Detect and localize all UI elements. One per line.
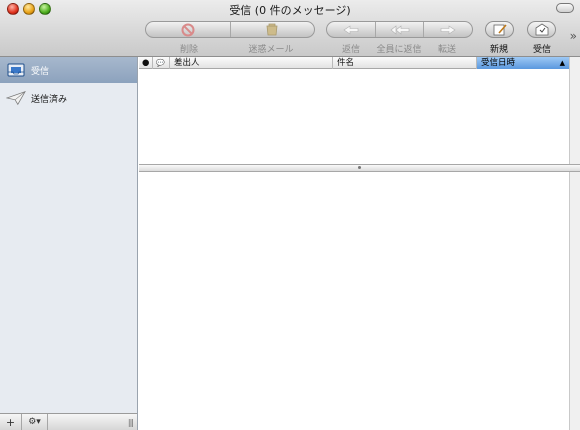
preview-scrollbar[interactable] — [569, 172, 580, 430]
delete-label: 削除 — [179, 45, 198, 55]
sidebar-footer: + ⚙▾ ||| — [0, 413, 137, 430]
compose-icon — [493, 23, 507, 35]
column-header-row: ● 💬 差出人 件名 受信日時 ▲ — [139, 57, 569, 69]
pane-splitter[interactable] — [139, 164, 580, 172]
reply-all-button[interactable] — [376, 22, 425, 37]
sidebar-item-sent[interactable]: 送信済み — [0, 85, 137, 111]
reply-button[interactable] — [327, 22, 376, 37]
column-date-received[interactable]: 受信日時 ▲ — [477, 57, 569, 69]
window-title: 受信 (0 件のメッセージ) — [229, 4, 351, 17]
get-mail-button[interactable] — [527, 21, 556, 38]
delete-button[interactable] — [146, 22, 231, 37]
reply-group — [326, 21, 473, 38]
reply-label: 返信 — [341, 45, 360, 55]
titlebar: 受信 (0 件のメッセージ) 削除 迷惑メール 返信 全員に返信 転送 新規 受… — [0, 0, 580, 57]
message-list-scrollbar[interactable] — [569, 57, 580, 164]
toolbar-toggle-button[interactable] — [556, 3, 574, 13]
column-date-label: 受信日時 — [481, 58, 516, 68]
column-from[interactable]: 差出人 — [170, 57, 333, 69]
junk-label: 迷惑メール — [248, 45, 294, 55]
mail-window: 受信 (0 件のメッセージ) 削除 迷惑メール 返信 全員に返信 転送 新規 受… — [0, 0, 580, 430]
inbox-icon — [6, 61, 26, 79]
splitter-grip-icon — [358, 166, 361, 169]
mailbox-sidebar: 受信 送信済み + ⚙▾ ||| — [0, 57, 138, 430]
sent-icon — [6, 89, 26, 107]
reply-all-arrow-icon — [390, 24, 409, 35]
junk-icon — [266, 23, 278, 35]
forward-label: 転送 — [437, 45, 456, 55]
new-message-button[interactable] — [485, 21, 514, 38]
toolbar-overflow-button[interactable]: » — [570, 29, 577, 43]
reply-all-label: 全員に返信 — [376, 45, 422, 55]
junk-button[interactable] — [231, 22, 315, 37]
get-mail-label: 受信 — [532, 45, 551, 55]
reply-arrow-icon — [343, 24, 359, 35]
delete-icon — [181, 23, 195, 36]
sidebar-item-label: 送信済み — [31, 94, 68, 105]
sort-ascending-icon: ▲ — [559, 59, 565, 67]
new-label: 新規 — [489, 45, 508, 55]
column-reply-status[interactable]: 💬 — [153, 57, 170, 69]
add-mailbox-button[interactable]: + — [0, 413, 22, 430]
column-status[interactable]: ● — [139, 57, 153, 69]
column-subject[interactable]: 件名 — [333, 57, 477, 69]
action-menu-button[interactable]: ⚙▾ — [22, 413, 48, 430]
sidebar-resize-handle[interactable]: ||| — [128, 418, 134, 427]
forward-button[interactable] — [424, 22, 472, 37]
delete-junk-group — [145, 21, 315, 38]
forward-arrow-icon — [440, 24, 456, 35]
sidebar-item-inbox[interactable]: 受信 — [0, 57, 137, 83]
message-preview-pane — [139, 172, 569, 430]
message-list[interactable]: ● 💬 差出人 件名 受信日時 ▲ — [139, 57, 569, 164]
get-mail-icon — [535, 23, 548, 35]
sidebar-item-label: 受信 — [31, 66, 50, 77]
